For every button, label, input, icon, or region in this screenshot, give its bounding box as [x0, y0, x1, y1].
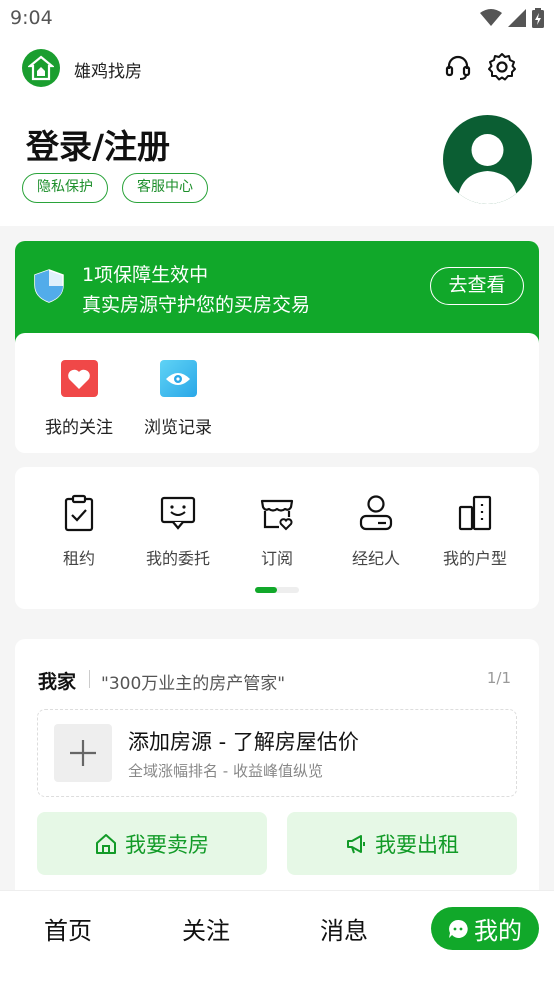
store-heart-icon: [227, 493, 327, 533]
subscribe-label: 订阅: [260, 549, 293, 568]
my-entrust-label: 我的委托: [145, 549, 210, 568]
app-logo-icon: [22, 49, 60, 87]
my-entrust-tool[interactable]: 我的委托: [128, 493, 228, 569]
sell-house-label: 我要卖房: [125, 832, 209, 857]
title-divider: [89, 670, 90, 688]
building-icon: [425, 493, 525, 533]
my-favorites-item[interactable]: 我的关注: [31, 360, 127, 438]
rent-out-label: 我要出租: [375, 832, 459, 857]
status-time: 9:04: [10, 7, 53, 29]
signal-icon: [508, 9, 526, 27]
avatar[interactable]: [443, 115, 532, 204]
headset-icon[interactable]: [442, 51, 474, 83]
privacy-protection-button[interactable]: 隐私保护: [22, 173, 108, 203]
agent-label: 经纪人: [351, 549, 400, 568]
my-home-card: 我家 "300万业主的房产管家" 1/1 添加房源 - 了解房屋估价 全域涨幅排…: [15, 639, 539, 909]
status-bar: 9:04: [0, 0, 554, 38]
login-register-title[interactable]: 登录/注册: [26, 120, 170, 168]
view-guarantee-button[interactable]: 去查看: [430, 267, 524, 305]
megaphone-icon: [347, 834, 365, 853]
page-count: 1/1: [486, 669, 511, 687]
status-icons: [480, 8, 544, 28]
tab-home[interactable]: 首页: [44, 911, 92, 946]
customer-service-button[interactable]: 客服中心: [122, 173, 208, 203]
my-favorites-label: 我的关注: [45, 418, 113, 438]
profile-header: 雄鸡找房 登录/注册 隐私保护 客服中心: [0, 38, 554, 226]
add-property-box[interactable]: 添加房源 - 了解房屋估价 全域涨幅排名 - 收益峰值纵览: [37, 709, 517, 797]
gear-icon[interactable]: [486, 51, 518, 83]
add-property-title: 添加房源 - 了解房屋估价: [128, 730, 359, 754]
guarantee-status-text: 1项保障生效中: [82, 264, 209, 286]
tools-card: 租约 我的委托 订阅 经纪人 我的户型: [15, 467, 539, 609]
agent-tool[interactable]: 经纪人: [326, 493, 426, 569]
my-floorplan-label: 我的户型: [442, 549, 507, 568]
heart-icon: [60, 360, 98, 397]
agent-icon: [326, 493, 426, 533]
clipboard-check-icon: [29, 493, 129, 533]
tab-mine-label: 我的: [474, 917, 522, 945]
browse-history-item[interactable]: 浏览记录: [130, 360, 226, 438]
lease-tool[interactable]: 租约: [29, 493, 129, 569]
add-property-subtitle: 全域涨幅排名 - 收益峰值纵览: [128, 762, 323, 780]
lease-label: 租约: [62, 549, 95, 568]
sell-house-button[interactable]: 我要卖房: [37, 812, 267, 875]
tab-messages[interactable]: 消息: [320, 911, 368, 946]
wifi-icon: [480, 9, 502, 26]
tab-mine[interactable]: 我的: [431, 907, 539, 950]
tab-follow[interactable]: 关注: [182, 911, 230, 946]
page-indicator-active: [255, 587, 277, 593]
plus-icon: [54, 724, 112, 782]
bottom-tab-bar: 首页 关注 消息 我的: [0, 890, 554, 984]
my-home-subtitle: "300万业主的房产管家": [101, 674, 286, 694]
my-floorplan-tool[interactable]: 我的户型: [425, 493, 525, 569]
battery-icon: [532, 8, 544, 28]
eye-icon: [159, 360, 197, 397]
subscribe-tool[interactable]: 订阅: [227, 493, 327, 569]
app-name: 雄鸡找房: [74, 62, 142, 82]
chat-bubble-icon: [449, 919, 468, 938]
rent-out-button[interactable]: 我要出租: [287, 812, 517, 875]
guarantee-desc-text: 真实房源守护您的买房交易: [82, 294, 311, 316]
page-indicator: [255, 587, 299, 593]
browse-history-label: 浏览记录: [144, 418, 212, 438]
house-icon: [96, 833, 116, 854]
my-home-title: 我家: [38, 671, 77, 693]
quick-links-card: 我的关注 浏览记录: [15, 333, 539, 453]
shield-icon: [34, 269, 64, 303]
smile-board-icon: [128, 493, 228, 533]
